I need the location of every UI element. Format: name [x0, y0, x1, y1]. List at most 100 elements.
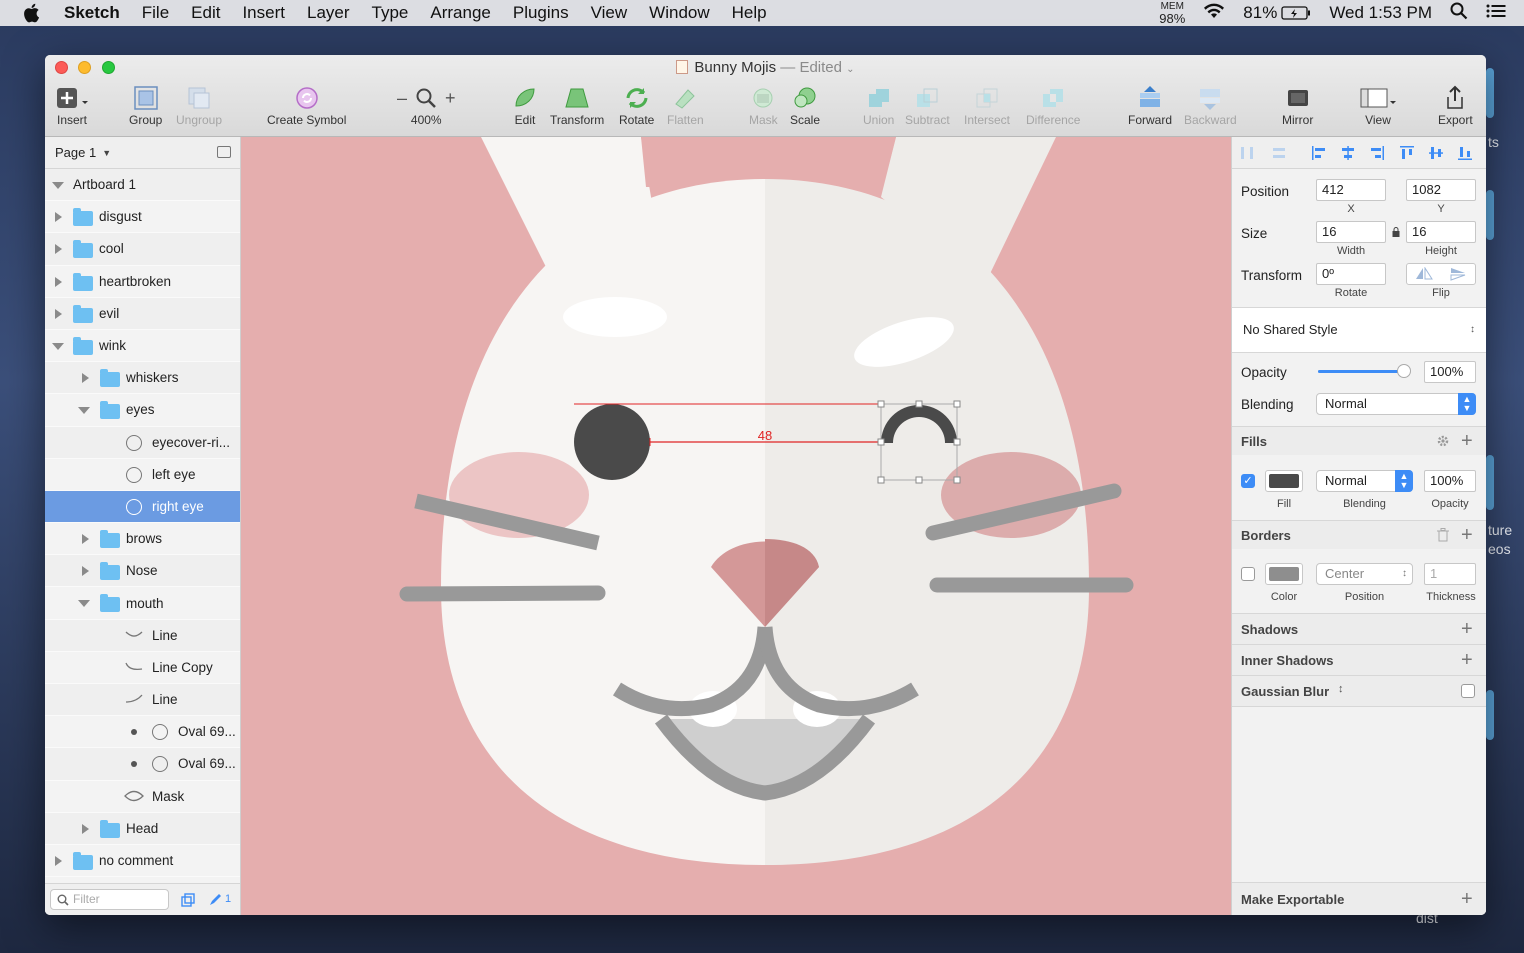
- resize-handle[interactable]: [953, 476, 961, 484]
- menu-app[interactable]: Sketch: [64, 3, 120, 23]
- align-left-icon[interactable]: [1312, 146, 1326, 160]
- layer-mask[interactable]: Mask: [45, 781, 240, 813]
- fill-enabled-checkbox[interactable]: ✓: [1241, 474, 1255, 488]
- lock-icon[interactable]: [1392, 227, 1400, 237]
- layer-wink[interactable]: wink: [45, 330, 240, 363]
- mirror-button[interactable]: Mirror: [1282, 83, 1313, 127]
- layer-no-comment[interactable]: no comment: [45, 845, 240, 878]
- layer-heartbroken[interactable]: heartbroken: [45, 266, 240, 298]
- zoom-out-icon[interactable]: –: [397, 88, 407, 109]
- mask-button[interactable]: Mask: [749, 83, 778, 127]
- window-title[interactable]: Bunny Mojis — Edited ⌄: [45, 59, 1486, 76]
- layer-artboard-1[interactable]: Artboard 1: [45, 169, 240, 202]
- border-enabled-checkbox[interactable]: [1241, 567, 1255, 581]
- layer-head[interactable]: Head: [45, 812, 240, 845]
- intersect-button[interactable]: Intersect: [964, 83, 1010, 127]
- layer-oval-69[interactable]: Oval 69...: [45, 716, 240, 749]
- layer-oval-69-copy[interactable]: Oval 69...: [45, 748, 240, 781]
- layer-line-copy[interactable]: Line Copy: [45, 652, 240, 684]
- disclosure-down-icon[interactable]: [78, 600, 90, 608]
- edit-button[interactable]: Edit: [512, 83, 538, 127]
- resize-handle[interactable]: [915, 476, 923, 484]
- stepper-icon[interactable]: ↕: [1338, 683, 1344, 695]
- add-export-icon[interactable]: +: [1461, 889, 1473, 909]
- trash-icon[interactable]: [1437, 528, 1449, 542]
- disclosure-right-icon[interactable]: [55, 308, 62, 319]
- gaussian-blur-label[interactable]: Gaussian Blur: [1241, 684, 1329, 699]
- disclosure-down-icon[interactable]: [52, 342, 64, 350]
- layer-mouth[interactable]: mouth: [45, 587, 240, 620]
- insert-button[interactable]: Insert: [55, 83, 89, 127]
- layer-line-2[interactable]: Line: [45, 684, 240, 717]
- disclosure-right-icon[interactable]: [55, 244, 62, 255]
- opacity-field[interactable]: 100%: [1424, 361, 1476, 383]
- group-button[interactable]: Group: [129, 83, 162, 127]
- layer-right-eye[interactable]: right eye: [45, 490, 240, 524]
- opacity-slider[interactable]: [1318, 364, 1411, 378]
- menu-help[interactable]: Help: [732, 3, 767, 23]
- shared-style-select[interactable]: No Shared Style ↕: [1232, 308, 1486, 352]
- align-bottom-icon[interactable]: [1458, 146, 1472, 160]
- align-middle-icon[interactable]: [1429, 146, 1443, 160]
- menu-window[interactable]: Window: [649, 3, 709, 23]
- page-selector[interactable]: Page 1 ▼: [45, 137, 240, 169]
- menu-layer[interactable]: Layer: [307, 3, 350, 23]
- edited-filter-icon[interactable]: [208, 893, 222, 907]
- opacity-slider-thumb[interactable]: [1396, 364, 1411, 378]
- ungroup-button[interactable]: Ungroup: [176, 83, 222, 127]
- zoom-in-icon[interactable]: +: [445, 88, 456, 109]
- menu-file[interactable]: File: [142, 3, 169, 23]
- desktop-icon[interactable]: [1486, 68, 1494, 118]
- align-top-icon[interactable]: [1400, 146, 1414, 160]
- resize-handle[interactable]: [877, 476, 885, 484]
- zoom-control[interactable]: – + 400%: [397, 83, 456, 128]
- blending-select[interactable]: Normal ▲ ▼: [1316, 393, 1476, 415]
- resize-handle[interactable]: [877, 400, 885, 408]
- filter-input[interactable]: Filter: [50, 889, 169, 910]
- flip-horizontal-icon[interactable]: [1415, 267, 1433, 281]
- forward-button[interactable]: Forward: [1128, 83, 1172, 127]
- layer-left-eye[interactable]: left eye: [45, 459, 240, 491]
- export-button[interactable]: Export: [1438, 83, 1473, 127]
- resize-handle[interactable]: [877, 438, 885, 446]
- distribute-horizontal-icon[interactable]: [1240, 146, 1254, 160]
- menu-clock[interactable]: Wed 1:53 PM: [1329, 3, 1432, 23]
- width-field[interactable]: 16: [1316, 221, 1386, 243]
- disclosure-right-icon[interactable]: [55, 276, 62, 287]
- fill-blending-select[interactable]: Normal ▲ ▼: [1316, 470, 1413, 492]
- align-right-icon[interactable]: [1370, 146, 1384, 160]
- menu-type[interactable]: Type: [372, 3, 409, 23]
- disclosure-right-icon[interactable]: [82, 373, 89, 384]
- border-position-select[interactable]: Center ↕: [1316, 563, 1413, 585]
- add-border-icon[interactable]: +: [1461, 525, 1473, 545]
- disclosure-down-icon[interactable]: [52, 182, 64, 189]
- add-fill-icon[interactable]: +: [1461, 431, 1473, 451]
- menu-insert[interactable]: Insert: [242, 3, 285, 23]
- disclosure-right-icon[interactable]: [82, 534, 89, 545]
- flip-vertical-icon[interactable]: [1449, 267, 1467, 281]
- height-field[interactable]: 16: [1406, 221, 1476, 243]
- rotate-field[interactable]: 0º: [1316, 263, 1386, 285]
- layer-eyes[interactable]: eyes: [45, 394, 240, 427]
- battery-status[interactable]: 81%: [1243, 3, 1311, 23]
- disclosure-down-icon[interactable]: [78, 407, 90, 415]
- apple-icon[interactable]: [22, 2, 44, 24]
- resize-handle[interactable]: [953, 438, 961, 446]
- resize-handle[interactable]: [915, 400, 923, 408]
- x-field[interactable]: 412: [1316, 179, 1386, 201]
- create-symbol-button[interactable]: Create Symbol: [267, 83, 346, 127]
- layer-cool[interactable]: cool: [45, 233, 240, 266]
- backward-button[interactable]: Backward: [1184, 83, 1237, 127]
- layer-nose[interactable]: Nose: [45, 555, 240, 588]
- add-shadow-icon[interactable]: +: [1461, 619, 1473, 639]
- disclosure-right-icon[interactable]: [82, 823, 89, 834]
- canvas[interactable]: 48: [241, 137, 1231, 915]
- y-field[interactable]: 1082: [1406, 179, 1476, 201]
- desktop-icon[interactable]: [1486, 190, 1494, 240]
- distribute-vertical-icon[interactable]: [1272, 146, 1286, 160]
- collapse-pages-icon[interactable]: [217, 146, 231, 158]
- wifi-icon[interactable]: [1203, 3, 1225, 24]
- desktop-icon[interactable]: [1486, 455, 1494, 510]
- layer-disgust[interactable]: disgust: [45, 201, 240, 234]
- resize-handle[interactable]: [953, 400, 961, 408]
